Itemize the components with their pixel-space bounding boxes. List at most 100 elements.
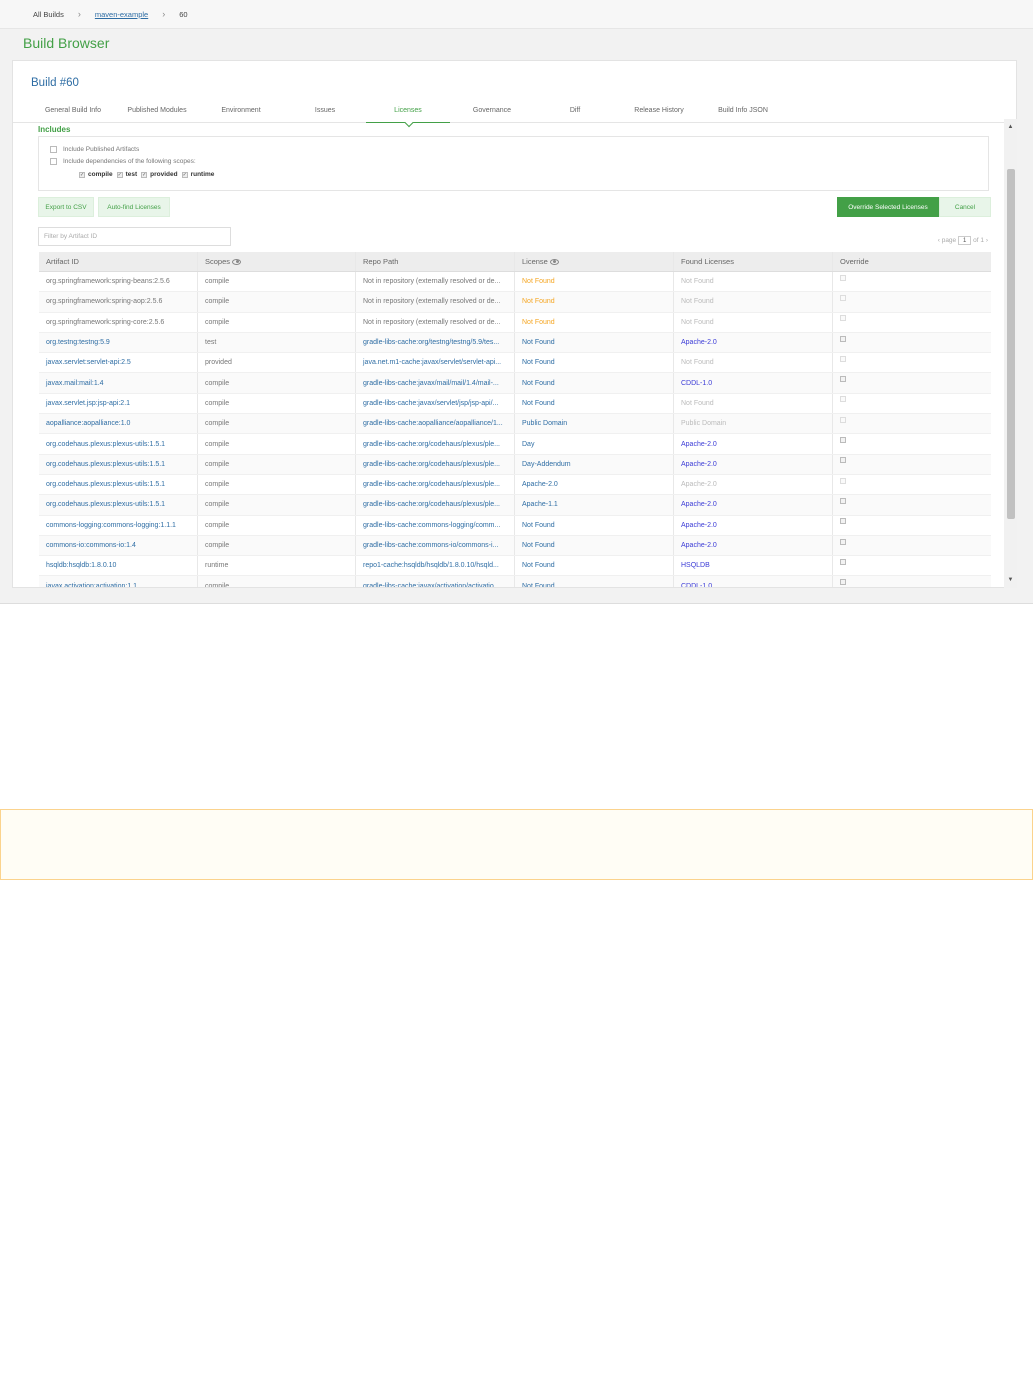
found-licenses-cell[interactable]: Apache-2.0 [674, 535, 833, 556]
override-checkbox[interactable] [840, 376, 846, 383]
tab-issues[interactable]: Issues [287, 107, 363, 123]
repo-path-cell[interactable]: java.net.m1-cache:javax/servlet/servlet-… [356, 353, 515, 373]
artifact-id-cell[interactable]: hsqldb:hsqldb:1.8.0.10 [39, 556, 198, 576]
override-selected-licenses-button[interactable]: Override Selected Licenses [837, 197, 939, 217]
tab-diff[interactable]: Diff [537, 107, 613, 123]
include-dependencies-row: Include dependencies of the following sc… [50, 158, 196, 165]
override-checkbox[interactable] [840, 274, 846, 281]
app-window: All Builds › maven-example › 60 Build Br… [0, 0, 1033, 604]
artifact-id-cell[interactable]: org.codehaus.plexus:plexus-utils:1.5.1 [39, 474, 198, 495]
header-found-licenses[interactable]: Found Licenses [674, 252, 833, 271]
header-license[interactable]: License [515, 252, 674, 271]
include-published-checkbox[interactable] [50, 146, 57, 153]
scope-runtime-checkbox[interactable]: ✓ [181, 171, 188, 178]
found-licenses-cell[interactable]: Apache-2.0 [674, 495, 833, 515]
artifact-id-cell[interactable]: org.testng:testng:5.9 [39, 332, 198, 353]
scroll-thumb[interactable] [1007, 169, 1015, 519]
repo-path-cell[interactable]: gradle-libs-cache:org/testng/testng/5.9/… [356, 332, 515, 353]
scope-provided-checkbox[interactable]: ✓ [141, 171, 148, 178]
breadcrumb-all-builds[interactable]: All Builds [33, 10, 64, 19]
found-licenses-cell[interactable]: CDDL-1.0 [674, 373, 833, 393]
repo-path-cell[interactable]: gradle-libs-cache:javax/activation/activ… [356, 576, 515, 587]
override-checkbox[interactable] [840, 497, 846, 504]
eye-icon[interactable] [232, 258, 242, 265]
found-licenses-cell[interactable]: Apache-2.0 [674, 332, 833, 353]
artifact-id-cell[interactable]: org.codehaus.plexus:plexus-utils:1.5.1 [39, 434, 198, 454]
repo-path-cell[interactable]: gradle-libs-cache:commons-io/commons-i..… [356, 535, 515, 556]
license-cell: Not Found [515, 515, 674, 535]
override-checkbox[interactable] [840, 396, 846, 403]
auto-find-licenses-button[interactable]: Auto-find Licenses [98, 197, 170, 217]
override-checkbox[interactable] [840, 518, 846, 525]
scope-cell: compile [198, 474, 356, 495]
repo-path-cell[interactable]: gradle-libs-cache:org/codehaus/plexus/pl… [356, 474, 515, 495]
grid-body: org.springframework:spring-beans:2.5.6 co… [39, 272, 991, 587]
found-licenses-cell[interactable]: CDDL-1.0 [674, 576, 833, 587]
tab-build-info-json[interactable]: Build Info JSON [705, 107, 781, 123]
artifact-id-cell[interactable]: commons-io:commons-io:1.4 [39, 535, 198, 556]
pager-page-input[interactable]: 1 [958, 236, 972, 245]
pager-next-icon[interactable]: › [984, 237, 988, 244]
artifact-id-cell[interactable]: commons-logging:commons-logging:1.1.1 [39, 515, 198, 535]
override-checkbox[interactable] [840, 437, 846, 444]
override-checkbox[interactable] [840, 579, 846, 586]
override-checkbox[interactable] [840, 335, 846, 342]
repo-path-cell[interactable]: gradle-libs-cache:aopalliance/aopallianc… [356, 414, 515, 434]
header-artifact-id[interactable]: Artifact ID [39, 252, 198, 271]
repo-path-cell[interactable]: gradle-libs-cache:javax/mail/mail/1.4/ma… [356, 373, 515, 393]
vertical-scrollbar[interactable]: ▲ ▼ [1004, 119, 1017, 588]
artifact-id-cell[interactable]: javax.activation:activation:1.1 [39, 576, 198, 587]
tab-published-modules[interactable]: Published Modules [119, 107, 195, 123]
found-licenses-cell[interactable]: HSQLDB [674, 556, 833, 576]
eye-icon[interactable] [549, 258, 559, 265]
tab-general-build-info[interactable]: General Build Info [35, 107, 111, 123]
override-checkbox[interactable] [840, 457, 846, 464]
override-checkbox[interactable] [840, 538, 846, 545]
found-licenses-cell[interactable]: Apache-2.0 [674, 454, 833, 474]
export-csv-button[interactable]: Export to CSV [38, 197, 94, 217]
scope-compile-label: compile [88, 171, 113, 178]
build-title: Build #60 [31, 77, 79, 89]
includes-box: Include Published Artifacts Include depe… [38, 136, 989, 191]
found-licenses-cell[interactable]: Apache-2.0 [674, 515, 833, 535]
cancel-button[interactable]: Cancel [939, 197, 991, 217]
repo-path-cell[interactable]: repo1-cache:hsqldb/hsqldb/1.8.0.10/hsqld… [356, 556, 515, 576]
tab-governance[interactable]: Governance [454, 107, 530, 123]
include-dependencies-label: Include dependencies of the following sc… [63, 158, 196, 165]
scope-test-checkbox[interactable]: ✓ [116, 171, 123, 178]
repo-path-cell[interactable]: gradle-libs-cache:org/codehaus/plexus/pl… [356, 454, 515, 474]
breadcrumb-build-name[interactable]: maven-example [95, 10, 148, 19]
repo-path-cell[interactable]: gradle-libs-cache:org/codehaus/plexus/pl… [356, 495, 515, 515]
override-checkbox[interactable] [840, 558, 846, 565]
override-checkbox[interactable] [840, 477, 846, 484]
override-checkbox[interactable] [840, 416, 846, 423]
artifact-id-cell[interactable]: javax.servlet:servlet-api:2.5 [39, 353, 198, 373]
override-checkbox[interactable] [840, 294, 846, 301]
repo-path-cell[interactable]: gradle-libs-cache:org/codehaus/plexus/pl… [356, 434, 515, 454]
tab-licenses[interactable]: Licenses [366, 107, 450, 123]
header-scopes[interactable]: Scopes [198, 252, 356, 271]
override-checkbox[interactable] [840, 315, 846, 322]
repo-path-cell[interactable]: gradle-libs-cache:commons-logging/comm..… [356, 515, 515, 535]
artifact-id-cell[interactable]: org.codehaus.plexus:plexus-utils:1.5.1 [39, 495, 198, 515]
include-dependencies-checkbox[interactable] [50, 158, 57, 165]
scroll-up-icon[interactable]: ▲ [1004, 121, 1017, 133]
artifact-id-cell[interactable]: aopalliance:aopalliance:1.0 [39, 414, 198, 434]
scope-compile-checkbox[interactable]: ✓ [79, 171, 85, 178]
tab-environment[interactable]: Environment [203, 107, 279, 123]
header-repo-path[interactable]: Repo Path [356, 252, 515, 271]
header-override[interactable]: Override [833, 252, 991, 271]
artifact-id-cell[interactable]: javax.servlet.jsp:jsp-api:2.1 [39, 393, 198, 414]
repo-path-cell[interactable]: gradle-libs-cache:javax/servlet/jsp/jsp-… [356, 393, 515, 414]
artifact-id-cell[interactable]: org.codehaus.plexus:plexus-utils:1.5.1 [39, 454, 198, 474]
found-licenses-cell[interactable]: Apache-2.0 [674, 434, 833, 454]
filter-artifact-input[interactable]: Filter by Artifact ID [38, 227, 231, 246]
override-checkbox[interactable] [840, 355, 846, 362]
artifact-id-cell[interactable]: javax.mail:mail:1.4 [39, 373, 198, 393]
override-cell [833, 536, 991, 555]
scroll-down-icon[interactable]: ▼ [1004, 574, 1017, 586]
table-row: javax.activation:activation:1.1 compile gr… [39, 576, 991, 587]
scope-cell: compile [198, 576, 356, 587]
table-row: org.springframework:spring-beans:2.5.6 co… [39, 272, 991, 293]
tab-release-history[interactable]: Release History [621, 107, 697, 123]
